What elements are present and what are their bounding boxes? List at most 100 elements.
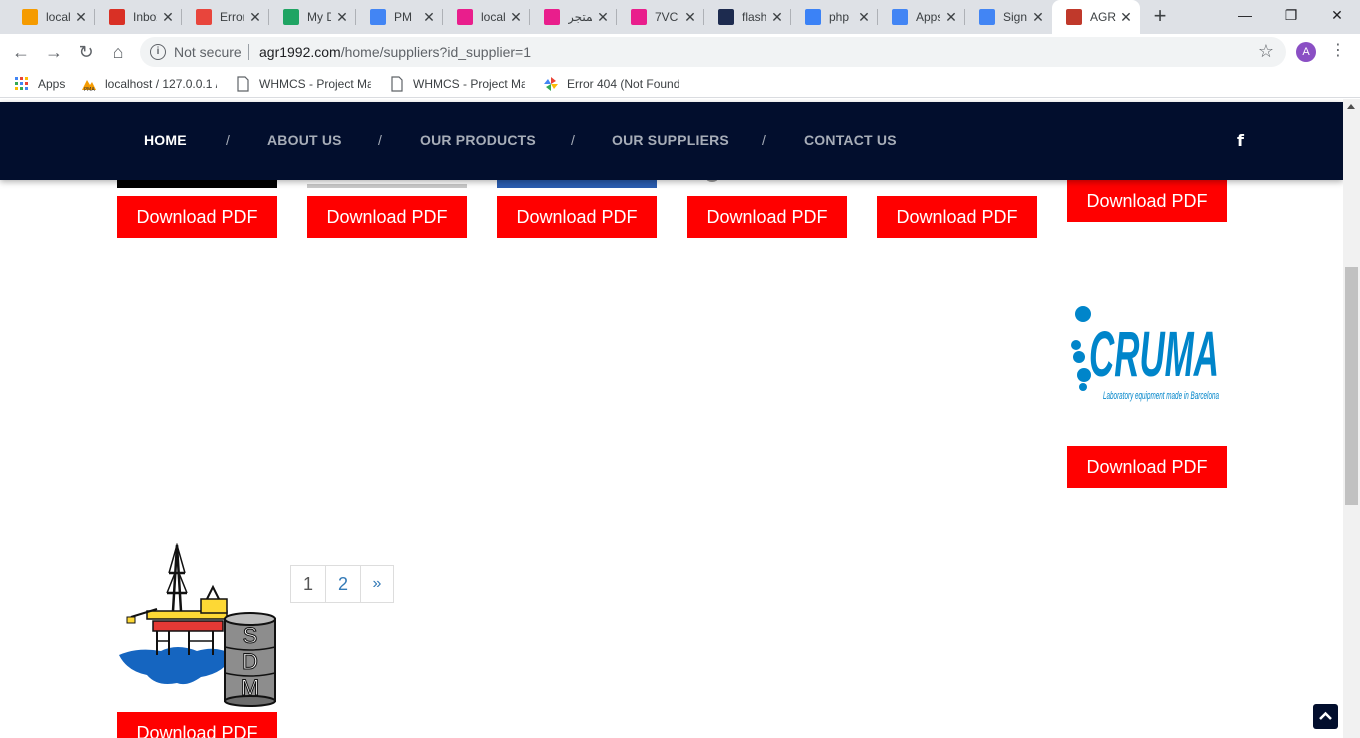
profile-avatar[interactable]: A [1296, 42, 1316, 62]
browser-tab[interactable]: localhost✕ [443, 0, 530, 34]
download-pdf-button[interactable]: Download PDF [687, 196, 847, 238]
download-pdf-button[interactable]: Download PDF [1067, 180, 1227, 222]
page-icon [237, 76, 249, 92]
bookmark-label: Error 404 (Not Found [567, 77, 679, 91]
nav-separator: / [571, 132, 575, 148]
browser-tab[interactable]: المتجر✕ [530, 0, 617, 34]
nav-separator: / [378, 132, 382, 148]
bookmark-whmcs-1[interactable]: WHMCS - Project Ma [235, 76, 371, 92]
close-tab-icon[interactable]: ✕ [943, 9, 959, 25]
bracket-icon [805, 9, 821, 25]
restore-icon[interactable]: ❐ [1268, 0, 1314, 30]
facebook-icon[interactable]: f [1237, 131, 1244, 150]
scrollbar-thumb[interactable] [1345, 267, 1358, 505]
nav-separator: / [226, 132, 230, 148]
bookmark-label: localhost / 127.0.0.1 / [105, 77, 217, 91]
tab-title: Sign [1003, 10, 1027, 24]
download-pdf-button[interactable]: Download PDF [117, 196, 277, 238]
browser-tab[interactable]: flash ✕ [704, 0, 791, 34]
address-divider [248, 44, 249, 60]
close-tab-icon[interactable]: ✕ [247, 9, 263, 25]
browser-tab[interactable]: Inbox✕ [95, 0, 182, 34]
tab-title: Inbox [133, 10, 157, 24]
nav-contact-us[interactable]: CONTACT US [804, 132, 897, 148]
download-pdf-button[interactable]: Download PDF [307, 196, 467, 238]
page-icon [391, 76, 403, 92]
tab-title: AGR [1090, 10, 1117, 24]
nav-home[interactable]: HOME [144, 132, 187, 148]
scroll-up-arrow-icon[interactable] [1347, 104, 1355, 109]
bookmark-whmcs-2[interactable]: WHMCS - Project Ma [389, 76, 525, 92]
browser-tab[interactable]: localhost✕ [8, 0, 95, 34]
apps-grid-icon [15, 77, 28, 90]
close-tab-icon[interactable]: ✕ [73, 9, 89, 25]
address-bar[interactable]: i Not secure agr1992.com/home/suppliers?… [140, 37, 1286, 67]
sdm-logo: S D M [119, 543, 276, 707]
bookmark-localhost[interactable]: PMA localhost / 127.0.0.1 / [81, 76, 217, 92]
gmail-icon [109, 9, 125, 25]
site-info-icon[interactable]: i [150, 44, 166, 60]
browser-tab[interactable]: Error✕ [182, 0, 269, 34]
close-tab-icon[interactable]: ✕ [421, 9, 437, 25]
code-icon [718, 9, 734, 25]
close-window-icon[interactable]: ✕ [1314, 0, 1360, 30]
close-tab-icon[interactable]: ✕ [856, 9, 872, 25]
bookmark-star-icon[interactable]: ☆ [1258, 41, 1274, 62]
close-tab-icon[interactable]: ✕ [595, 9, 611, 25]
cruma-logo: CRUMA Laboratory equipment made in Barce… [1071, 306, 1219, 402]
back-icon[interactable]: ← [10, 41, 32, 63]
browser-tab[interactable]: Sign ✕ [965, 0, 1052, 34]
sdm-barrel: S D M [224, 612, 276, 707]
sdm-letter: D [242, 649, 258, 674]
forward-icon[interactable]: → [43, 41, 65, 63]
browser-tab[interactable]: My Drive✕ [269, 0, 356, 34]
pinwheel-icon [544, 77, 558, 91]
new-tab-button[interactable]: + [1149, 5, 1171, 27]
bookmark-apps[interactable]: Apps [14, 76, 65, 92]
download-pdf-button[interactable]: Download PDF [1067, 446, 1227, 488]
next-page-link[interactable]: » [360, 565, 394, 603]
tab-title: 7VC [655, 10, 679, 24]
bookmark-label: WHMCS - Project Ma [413, 77, 525, 91]
pma-icon: PMA [82, 80, 96, 92]
browser-tab[interactable]: php ✕ [791, 0, 878, 34]
home-icon[interactable]: ⌂ [107, 41, 129, 63]
close-tab-icon[interactable]: ✕ [682, 9, 698, 25]
tab-title: flash [742, 10, 766, 24]
chevron-up-icon [1319, 711, 1332, 720]
nav-about-us[interactable]: ABOUT US [267, 132, 342, 148]
browser-tab[interactable]: 7VC ✕ [617, 0, 704, 34]
nav-our-products[interactable]: OUR PRODUCTS [420, 132, 536, 148]
security-status: Not secure [174, 44, 242, 60]
url-path: /home/suppliers?id_supplier=1 [340, 44, 532, 60]
browser-tab[interactable]: PM ✕ [356, 0, 443, 34]
close-tab-icon[interactable]: ✕ [1118, 9, 1134, 25]
tab-title: localhost [46, 10, 70, 24]
nav-our-suppliers[interactable]: OUR SUPPLIERS [612, 132, 729, 148]
page-1-link[interactable]: 1 [290, 565, 326, 603]
back-to-top-button[interactable] [1313, 704, 1338, 729]
close-tab-icon[interactable]: ✕ [334, 9, 350, 25]
minimize-icon[interactable]: — [1222, 0, 1268, 30]
browser-menu-icon[interactable]: ⋮ [1330, 40, 1346, 60]
reload-icon[interactable]: ↻ [75, 41, 97, 63]
google-icon [979, 9, 995, 25]
close-tab-icon[interactable]: ✕ [508, 9, 524, 25]
close-tab-icon[interactable]: ✕ [769, 9, 785, 25]
bookmark-label: Apps [38, 77, 66, 91]
url-text[interactable]: agr1992.com/home/suppliers?id_supplier=1 [259, 44, 531, 60]
download-pdf-button[interactable]: Download PDF [497, 196, 657, 238]
browser-tab[interactable]: Apps✕ [878, 0, 965, 34]
browser-tab[interactable]: AGR ✕ [1052, 0, 1140, 34]
cruma-tagline: Laboratory equipment made in Barcelona [1103, 390, 1219, 402]
close-tab-icon[interactable]: ✕ [160, 9, 176, 25]
supplier-logo-3 [497, 180, 657, 188]
tab-title: Error [220, 10, 244, 24]
bookmark-error-404[interactable]: Error 404 (Not Found [543, 76, 679, 92]
download-pdf-button[interactable]: Download PDF [877, 196, 1037, 238]
page-2-link[interactable]: 2 [325, 565, 361, 603]
page-scrollbar[interactable] [1343, 99, 1360, 738]
close-tab-icon[interactable]: ✕ [1030, 9, 1046, 25]
download-pdf-button[interactable]: Download PDF [117, 712, 277, 738]
url-host: agr1992.com [259, 44, 341, 60]
